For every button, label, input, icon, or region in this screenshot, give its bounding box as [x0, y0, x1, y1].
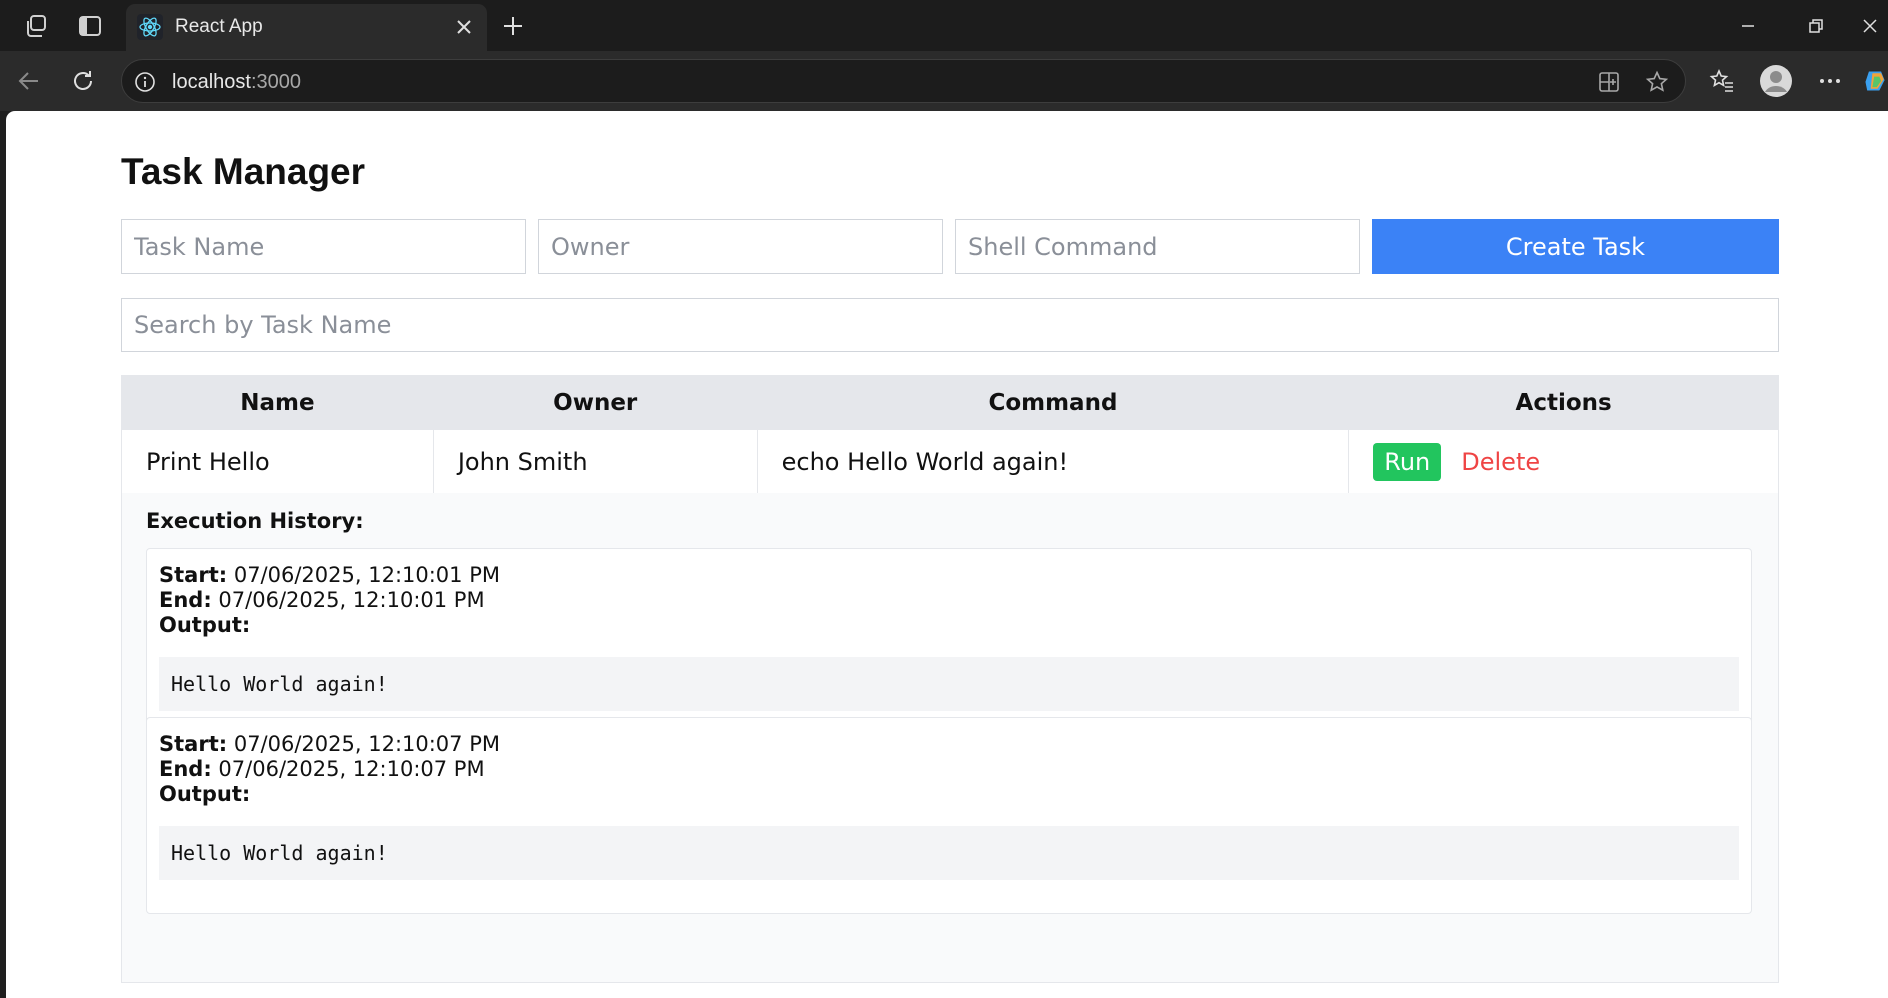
tasks-table: Name Owner Command Actions Print Hello J… [121, 375, 1779, 494]
start-label: Start: [159, 732, 228, 756]
workspaces-icon[interactable] [20, 10, 52, 42]
task-owner-cell: John Smith [432, 429, 758, 494]
favorites-icon[interactable] [1703, 62, 1741, 100]
task-name-input[interactable] [121, 219, 526, 274]
end-label: End: [159, 757, 212, 781]
run-start-line: Start: 07/06/2025, 12:10:01 PM [159, 563, 500, 587]
new-tab-icon[interactable] [496, 9, 530, 43]
page-title: Task Manager [121, 151, 366, 192]
run-end-time: 07/06/2025, 12:10:01 PM [218, 588, 485, 612]
create-task-button[interactable]: Create Task [1372, 219, 1779, 274]
shell-command-input[interactable] [955, 219, 1360, 274]
run-end-line: End: 07/06/2025, 12:10:07 PM [159, 757, 485, 781]
close-tab-icon[interactable] [449, 12, 479, 42]
table-row: Print Hello John Smith echo Hello World … [121, 429, 1779, 494]
browser-tab-bar: React App [0, 0, 1888, 51]
execution-run-card: Start: 07/06/2025, 12:10:01 PM End: 07/0… [146, 548, 1752, 745]
end-label: End: [159, 588, 212, 612]
column-header-actions: Actions [1348, 375, 1779, 430]
tab-title: React App [175, 16, 263, 37]
back-icon[interactable] [10, 62, 48, 100]
run-output: Hello World again! [159, 826, 1739, 880]
browser-tab-active[interactable]: React App [126, 4, 487, 51]
restore-icon[interactable] [1788, 7, 1844, 45]
run-end-line: End: 07/06/2025, 12:10:01 PM [159, 588, 485, 612]
more-icon[interactable] [1811, 62, 1849, 100]
url-port: :3000 [250, 71, 301, 93]
tab-actions-icon[interactable] [74, 10, 106, 42]
execution-history-title: Execution History: [146, 509, 364, 533]
start-label: Start: [159, 563, 228, 587]
search-input[interactable] [121, 298, 1779, 352]
task-name-cell: Print Hello [121, 429, 434, 494]
copilot-icon[interactable] [1862, 62, 1888, 100]
profile-icon[interactable] [1757, 62, 1795, 100]
table-header-row: Name Owner Command Actions [121, 375, 1779, 430]
run-start-line: Start: 07/06/2025, 12:10:07 PM [159, 732, 500, 756]
favorite-star-icon[interactable] [1642, 67, 1672, 97]
address-url[interactable]: localhost:3000 [172, 71, 301, 94]
column-header-command: Command [756, 375, 1350, 430]
url-host: localhost [172, 71, 251, 93]
owner-input[interactable] [538, 219, 943, 274]
task-actions-cell: Run Delete [1348, 429, 1779, 494]
browser-toolbar: localhost:3000 [0, 51, 1888, 111]
run-output-label: Output: [159, 782, 251, 806]
minimize-icon[interactable] [1720, 7, 1776, 45]
site-info-icon[interactable] [132, 69, 158, 95]
close-window-icon[interactable] [1852, 7, 1888, 45]
split-screen-icon[interactable] [1594, 67, 1624, 97]
execution-run-card: Start: 07/06/2025, 12:10:07 PM End: 07/0… [146, 717, 1752, 914]
create-task-form: Create Task [121, 219, 1779, 274]
run-start-time: 07/06/2025, 12:10:07 PM [233, 732, 500, 756]
run-start-time: 07/06/2025, 12:10:01 PM [233, 563, 500, 587]
reload-icon[interactable] [64, 62, 102, 100]
run-output: Hello World again! [159, 657, 1739, 711]
task-command-cell: echo Hello World again! [756, 429, 1350, 494]
react-favicon-icon [137, 14, 163, 40]
column-header-owner: Owner [432, 375, 758, 430]
run-end-time: 07/06/2025, 12:10:07 PM [218, 757, 485, 781]
run-button[interactable]: Run [1373, 442, 1442, 481]
delete-button[interactable]: Delete [1461, 448, 1540, 476]
address-bar[interactable]: localhost:3000 [121, 59, 1686, 103]
run-output-label: Output: [159, 613, 251, 637]
column-header-name: Name [121, 375, 434, 430]
page-viewport: Task Manager Create Task Name Owner Comm… [6, 111, 1888, 998]
execution-history-panel: Execution History: Start: 07/06/2025, 12… [121, 493, 1779, 983]
